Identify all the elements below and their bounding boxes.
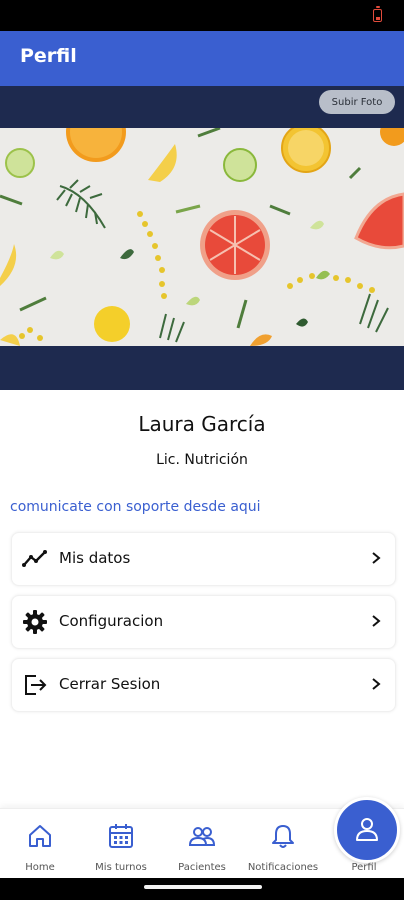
home-indicator[interactable] (144, 885, 262, 889)
bell-icon (272, 825, 294, 848)
profile-fab-button[interactable] (334, 797, 400, 863)
nav-label: Perfil (351, 862, 377, 873)
menu-item-label: Mis datos (59, 549, 131, 567)
menu-item-cerrar-sesion[interactable]: Cerrar Sesion (11, 658, 396, 712)
nav-label: Notificaciones (247, 862, 319, 873)
menu-item-label: Cerrar Sesion (59, 675, 161, 693)
profile-role: Lic. Nutrición (156, 452, 248, 468)
nav-item-mis-turnos[interactable]: Mis turnos (81, 809, 161, 879)
app-bar: Perfil (0, 31, 404, 86)
menu-item-mis-datos[interactable]: Mis datos (11, 532, 396, 586)
status-bar (0, 0, 404, 31)
gesture-bar (0, 878, 404, 900)
cover-photo (0, 128, 404, 346)
cover-section: Subir Foto (0, 86, 404, 390)
fruit-photo-image (0, 128, 404, 346)
calendar-icon (109, 824, 133, 848)
gear-icon (23, 610, 47, 634)
nav-item-home[interactable]: Home (0, 809, 80, 879)
menu-item-label: Configuracion (59, 612, 164, 630)
support-link[interactable]: comunicate con soporte desde aqui (10, 499, 261, 515)
chart-line-icon (22, 550, 47, 567)
home-icon (29, 825, 51, 847)
logout-icon (25, 675, 47, 695)
page-title: Perfil (20, 45, 77, 67)
chevron-right-icon (372, 678, 381, 690)
chevron-right-icon (372, 552, 381, 564)
upload-photo-button[interactable]: Subir Foto (319, 90, 395, 114)
people-icon (189, 827, 215, 846)
profile-name: Laura García (138, 412, 266, 436)
nav-item-notificaciones[interactable]: Notificaciones (243, 809, 323, 879)
nav-label: Home (25, 862, 55, 873)
chevron-right-icon (372, 615, 381, 627)
menu-item-configuracion[interactable]: Configuracion (11, 595, 396, 649)
battery-icon (373, 6, 382, 22)
nav-label: Pacientes (178, 862, 226, 873)
nav-item-pacientes[interactable]: Pacientes (162, 809, 242, 879)
user-icon (356, 818, 378, 841)
nav-label: Mis turnos (95, 862, 147, 873)
